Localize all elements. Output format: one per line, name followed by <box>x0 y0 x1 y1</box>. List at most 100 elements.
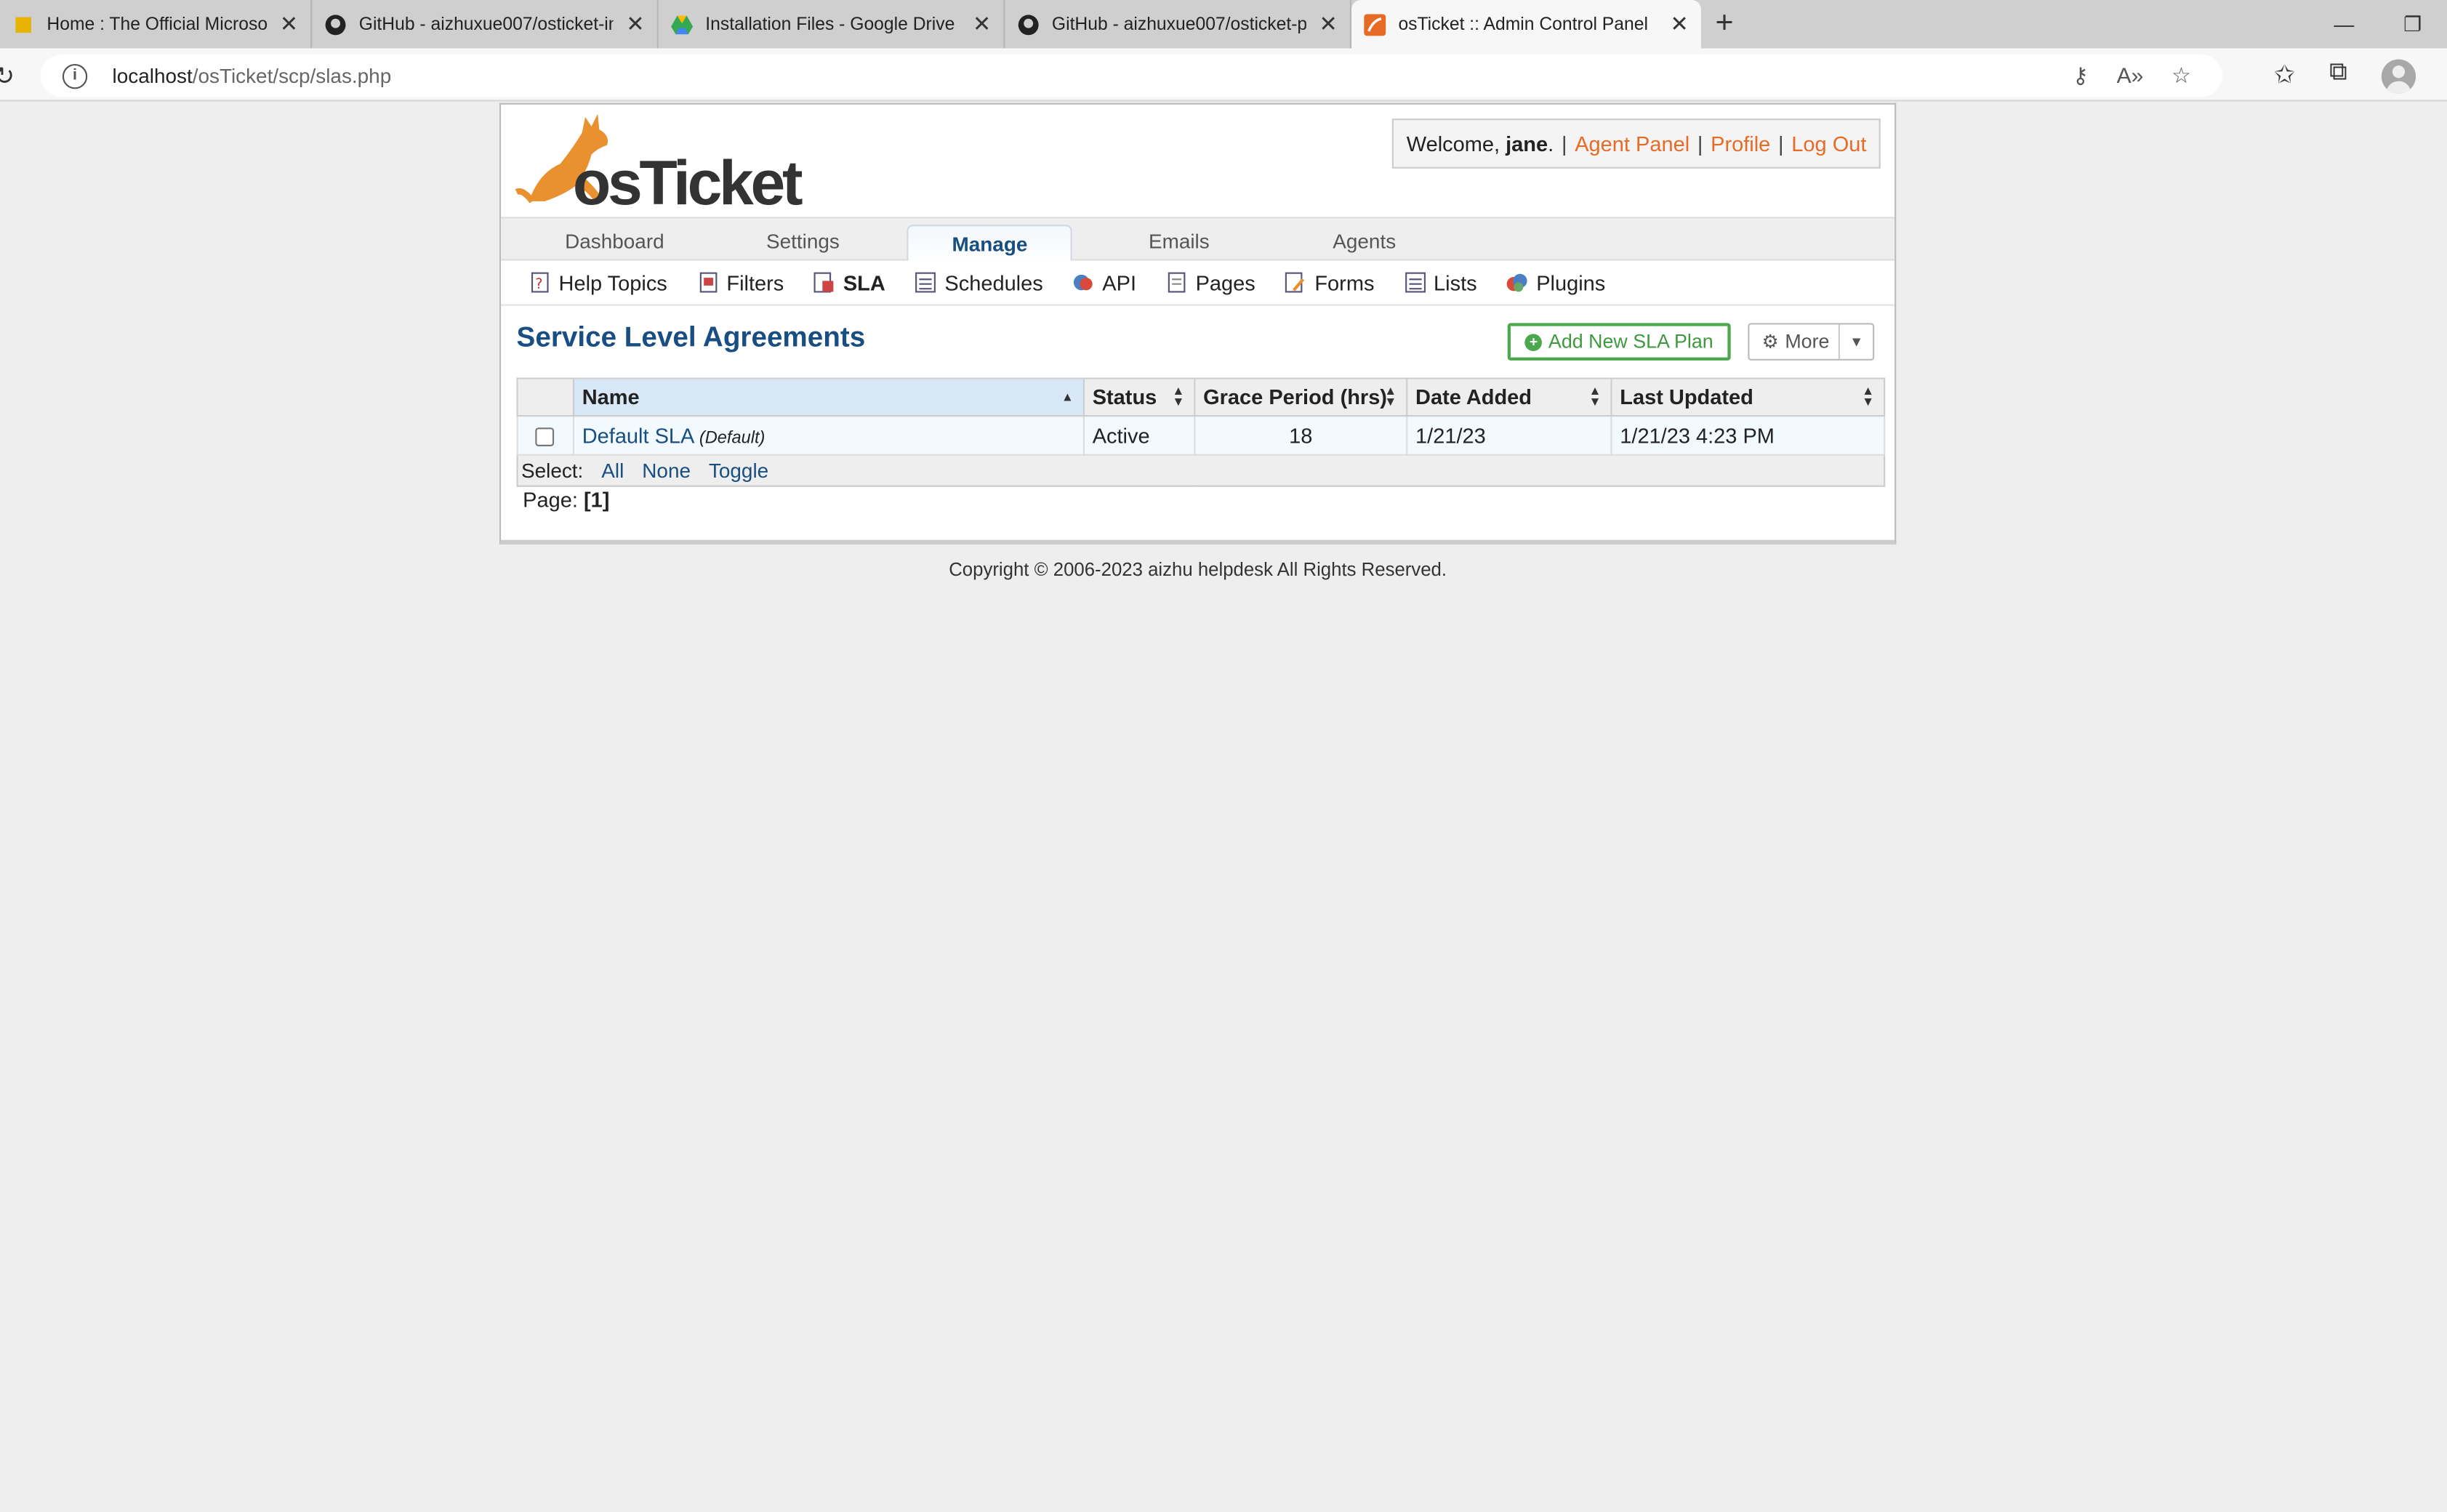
osticket-icon <box>1364 13 1386 36</box>
google-drive-icon <box>671 13 694 35</box>
page-container: osTicket Welcome, jane. | Agent Panel | … <box>499 102 1897 545</box>
help-topics-icon: ? <box>529 272 551 294</box>
footer-copyright: Copyright © 2006-2023 aizhu helpdesk All… <box>949 558 1447 581</box>
svg-text:osTicket: osTicket <box>573 148 803 207</box>
select-none-link[interactable]: None <box>642 459 691 482</box>
subnav-help-topics[interactable]: ? Help Topics <box>529 270 667 294</box>
date-added-cell: 1/21/23 <box>1406 415 1612 456</box>
minimize-icon[interactable]: — <box>2310 0 2378 49</box>
tab-agents[interactable]: Agents <box>1333 230 1396 253</box>
sla-table: Name ▲ Status ▲ ▼ Grace Period (hrs) ▲ ▼ Date… <box>516 377 1886 487</box>
checkbox-column-header <box>516 377 574 417</box>
profile-avatar-icon[interactable] <box>2381 59 2416 94</box>
tab-emails[interactable]: Emails <box>1149 230 1210 253</box>
logout-link[interactable]: Log Out <box>1791 132 1866 155</box>
select-all-link[interactable]: All <box>601 459 624 482</box>
tab-manage[interactable]: Manage <box>907 225 1073 264</box>
subnav-api[interactable]: API <box>1073 270 1136 294</box>
status-cell: Active <box>1082 415 1196 456</box>
profile-link[interactable]: Profile <box>1711 132 1770 155</box>
grace-period-cell: 18 <box>1194 415 1408 456</box>
row-checkbox[interactable] <box>535 427 555 446</box>
collections-icon[interactable]: ⧉ <box>2329 60 2347 94</box>
read-aloud-icon[interactable]: A» <box>2117 63 2144 89</box>
subnav-lists[interactable]: Lists <box>1404 270 1477 294</box>
reload-icon[interactable]: ↻ <box>0 61 15 92</box>
add-favorite-icon[interactable]: ☆ <box>2171 63 2191 89</box>
gear-icon: ⚙ <box>1761 331 1779 353</box>
page-header: osTicket Welcome, jane. | Agent Panel | … <box>501 105 1894 218</box>
column-header-status[interactable]: Status ▲ ▼ <box>1082 377 1196 417</box>
pages-icon <box>1166 272 1188 294</box>
github-icon <box>1018 13 1040 35</box>
user-info-bar: Welcome, jane. | Agent Panel | Profile |… <box>1392 118 1881 169</box>
browser-tab[interactable]: GitHub - aizhuxue007/osticket-p ✕ <box>1005 0 1352 49</box>
column-header-grace-period[interactable]: Grace Period (hrs) ▲ ▼ <box>1194 377 1408 417</box>
sla-icon <box>813 272 835 294</box>
tab-settings[interactable]: Settings <box>766 230 840 253</box>
subnav-pages[interactable]: Pages <box>1166 270 1255 294</box>
pagination: Page: [1] <box>523 488 610 512</box>
main-nav: Dashboard Settings Manage Emails Agents <box>501 217 1895 264</box>
select-label: Select: <box>521 459 584 483</box>
osticket-logo[interactable]: osTicket <box>513 110 810 218</box>
subnav-schedules[interactable]: Schedules <box>915 270 1043 294</box>
browser-tab[interactable]: Installation Files - Google Drive ✕ <box>659 0 1005 49</box>
favorites-icon[interactable]: ✩ <box>2274 60 2295 94</box>
column-header-date-added[interactable]: Date Added ▲ ▼ <box>1406 377 1612 417</box>
key-icon[interactable]: ⚷ <box>2073 63 2089 89</box>
iis-icon <box>12 13 34 35</box>
close-tab-icon[interactable]: ✕ <box>280 11 298 37</box>
close-tab-icon[interactable]: ✕ <box>1671 11 1689 37</box>
table-footer-row: Select: All None Toggle <box>516 454 1886 487</box>
close-tab-icon[interactable]: ✕ <box>973 11 991 37</box>
agent-panel-link[interactable]: Agent Panel <box>1575 132 1689 155</box>
url-path: /osTicket/scp/slas.php <box>192 64 392 88</box>
browser-addressbar: ↻ i localhost/osTicket/scp/slas.php ⚷ A»… <box>0 48 2447 102</box>
last-updated-cell: 1/21/23 4:23 PM <box>1610 415 1886 456</box>
column-header-last-updated[interactable]: Last Updated ▲ ▼ <box>1610 377 1886 417</box>
restore-icon[interactable]: ❐ <box>2379 0 2447 49</box>
tab-dashboard[interactable]: Dashboard <box>565 230 664 253</box>
url-bar[interactable]: i localhost/osTicket/scp/slas.php ⚷ A» ☆ <box>40 55 2222 97</box>
current-page: [1] <box>583 488 610 512</box>
lists-icon <box>1404 272 1426 294</box>
api-icon <box>1073 272 1095 294</box>
plus-circle-icon: + <box>1524 333 1543 350</box>
sort-icon: ▲ ▼ <box>1588 384 1602 409</box>
browser-tab[interactable]: Home : The Official Microsoft IIS ✕ <box>0 0 313 49</box>
sort-icon: ▲ ▼ <box>1172 384 1185 409</box>
browser-tab[interactable]: GitHub - aizhuxue007/osticket-in ✕ <box>312 0 659 49</box>
sub-nav: ? Help Topics Filters SLA Schedules API <box>501 260 1895 306</box>
close-tab-icon[interactable]: ✕ <box>1319 11 1338 37</box>
subnav-forms[interactable]: Forms <box>1285 270 1374 294</box>
close-tab-icon[interactable]: ✕ <box>626 11 644 37</box>
sort-icon: ▲ ▼ <box>1862 384 1875 409</box>
chevron-down-icon[interactable]: ▼ <box>1840 334 1873 349</box>
table-header-row: Name ▲ Status ▲ ▼ Grace Period (hrs) ▲ ▼ Date… <box>516 377 1886 417</box>
subnav-filters[interactable]: Filters <box>697 270 784 294</box>
plugins-icon <box>1506 272 1528 294</box>
table-row: Default SLA (Default) Active 18 1/21/23 … <box>516 415 1886 456</box>
subnav-plugins[interactable]: Plugins <box>1506 270 1605 294</box>
sort-icon: ▲ ▼ <box>1384 384 1397 409</box>
url-host: localhost <box>112 64 193 88</box>
more-button[interactable]: ⚙ More ▼ <box>1748 323 1875 361</box>
default-tag: (Default) <box>699 428 766 448</box>
forms-icon <box>1285 272 1307 294</box>
filter-icon <box>697 272 719 294</box>
add-sla-plan-button[interactable]: + Add New SLA Plan <box>1507 323 1731 361</box>
select-toggle-link[interactable]: Toggle <box>709 459 768 482</box>
site-info-icon[interactable]: i <box>62 63 88 89</box>
browser-tab-active[interactable]: osTicket :: Admin Control Panel ✕ <box>1351 0 1701 49</box>
github-icon <box>325 13 347 35</box>
page-title: Service Level Agreements <box>516 321 866 353</box>
sla-name-link[interactable]: Default SLA <box>582 424 694 447</box>
new-tab-icon[interactable]: + <box>1701 0 1748 49</box>
column-header-name[interactable]: Name ▲ <box>572 377 1085 417</box>
schedules-icon <box>915 272 937 294</box>
subnav-sla[interactable]: SLA <box>813 270 885 294</box>
svg-text:?: ? <box>535 276 542 292</box>
sort-asc-icon: ▲ <box>1061 390 1074 404</box>
username: jane <box>1506 132 1548 156</box>
